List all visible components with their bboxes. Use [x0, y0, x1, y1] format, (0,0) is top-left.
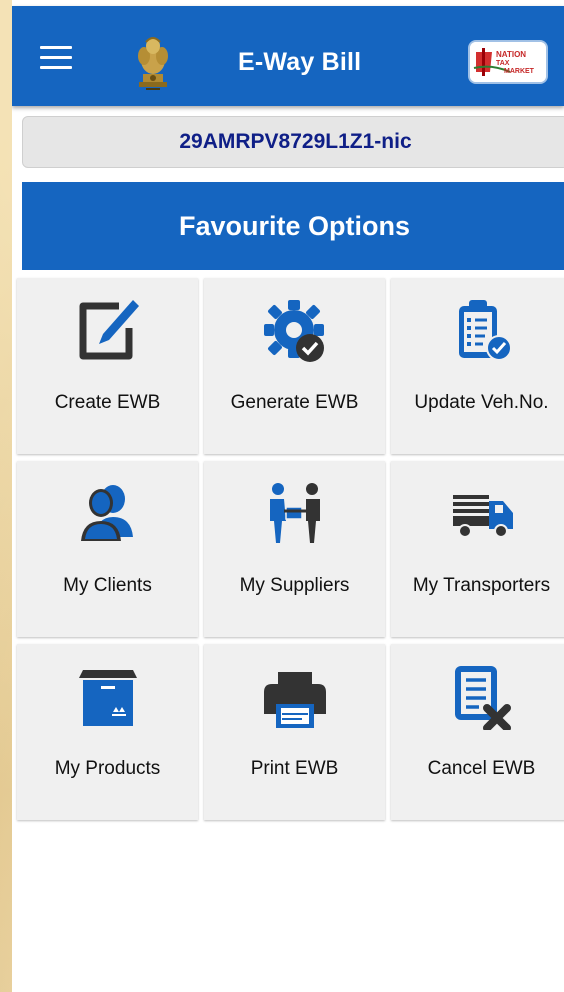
tile-label: Update Veh.No.: [414, 392, 549, 413]
tile-label: Generate EWB: [230, 392, 359, 413]
tile-label: My Clients: [63, 575, 152, 596]
printer-icon: [263, 672, 326, 728]
logo-line3: MARKET: [504, 68, 535, 75]
app-title: E-Way Bill: [238, 48, 362, 76]
my-clients-tile[interactable]: My Clients: [17, 461, 198, 637]
tile-label: My Products: [54, 758, 161, 779]
hamburger-menu-icon[interactable]: [40, 46, 72, 70]
logo-line1: NATION: [496, 50, 526, 59]
logo-graphic: NATION TAX MARKET: [470, 42, 546, 82]
tile-label: Cancel EWB: [427, 758, 536, 779]
cancel-ewb-tile[interactable]: Cancel EWB: [391, 644, 564, 820]
print-ewb-tile[interactable]: Print EWB: [204, 644, 385, 820]
my-suppliers-tile[interactable]: My Suppliers: [204, 461, 385, 637]
favourites-header: Favourite Options: [22, 182, 564, 270]
generate-ewb-tile[interactable]: Generate EWB: [204, 278, 385, 454]
users-icon: [80, 485, 133, 541]
clipboard-check-icon: [458, 300, 512, 361]
logo-line2: TAX: [496, 60, 510, 67]
my-transporters-tile[interactable]: My Transporters: [391, 461, 564, 637]
update-vehicle-tile[interactable]: Update Veh.No.: [391, 278, 564, 454]
tile-label: My Transporters: [412, 575, 551, 596]
handover-icon: [269, 483, 320, 543]
create-ewb-tile[interactable]: Create EWB: [17, 278, 198, 454]
app-bar: E-Way Bill NATION TAX MARKET: [12, 6, 564, 106]
national-emblem-icon: [138, 37, 168, 90]
edit-square-icon: [79, 300, 139, 360]
my-products-tile[interactable]: My Products: [17, 644, 198, 820]
tile-label: My Suppliers: [239, 575, 350, 596]
app-screen: E-Way Bill NATION TAX MARKET 29AMRPV8729…: [12, 0, 564, 992]
gstin-selector[interactable]: 29AMRPV8729L1Z1-nic: [22, 116, 564, 168]
truck-icon: [452, 495, 513, 538]
gear-check-icon: [263, 300, 324, 362]
package-box-icon: [78, 670, 137, 726]
document-cancel-icon: [454, 666, 511, 730]
tile-label: Print EWB: [250, 758, 339, 779]
nation-tax-market-logo[interactable]: NATION TAX MARKET: [470, 42, 546, 82]
tile-label: Create EWB: [54, 392, 161, 413]
